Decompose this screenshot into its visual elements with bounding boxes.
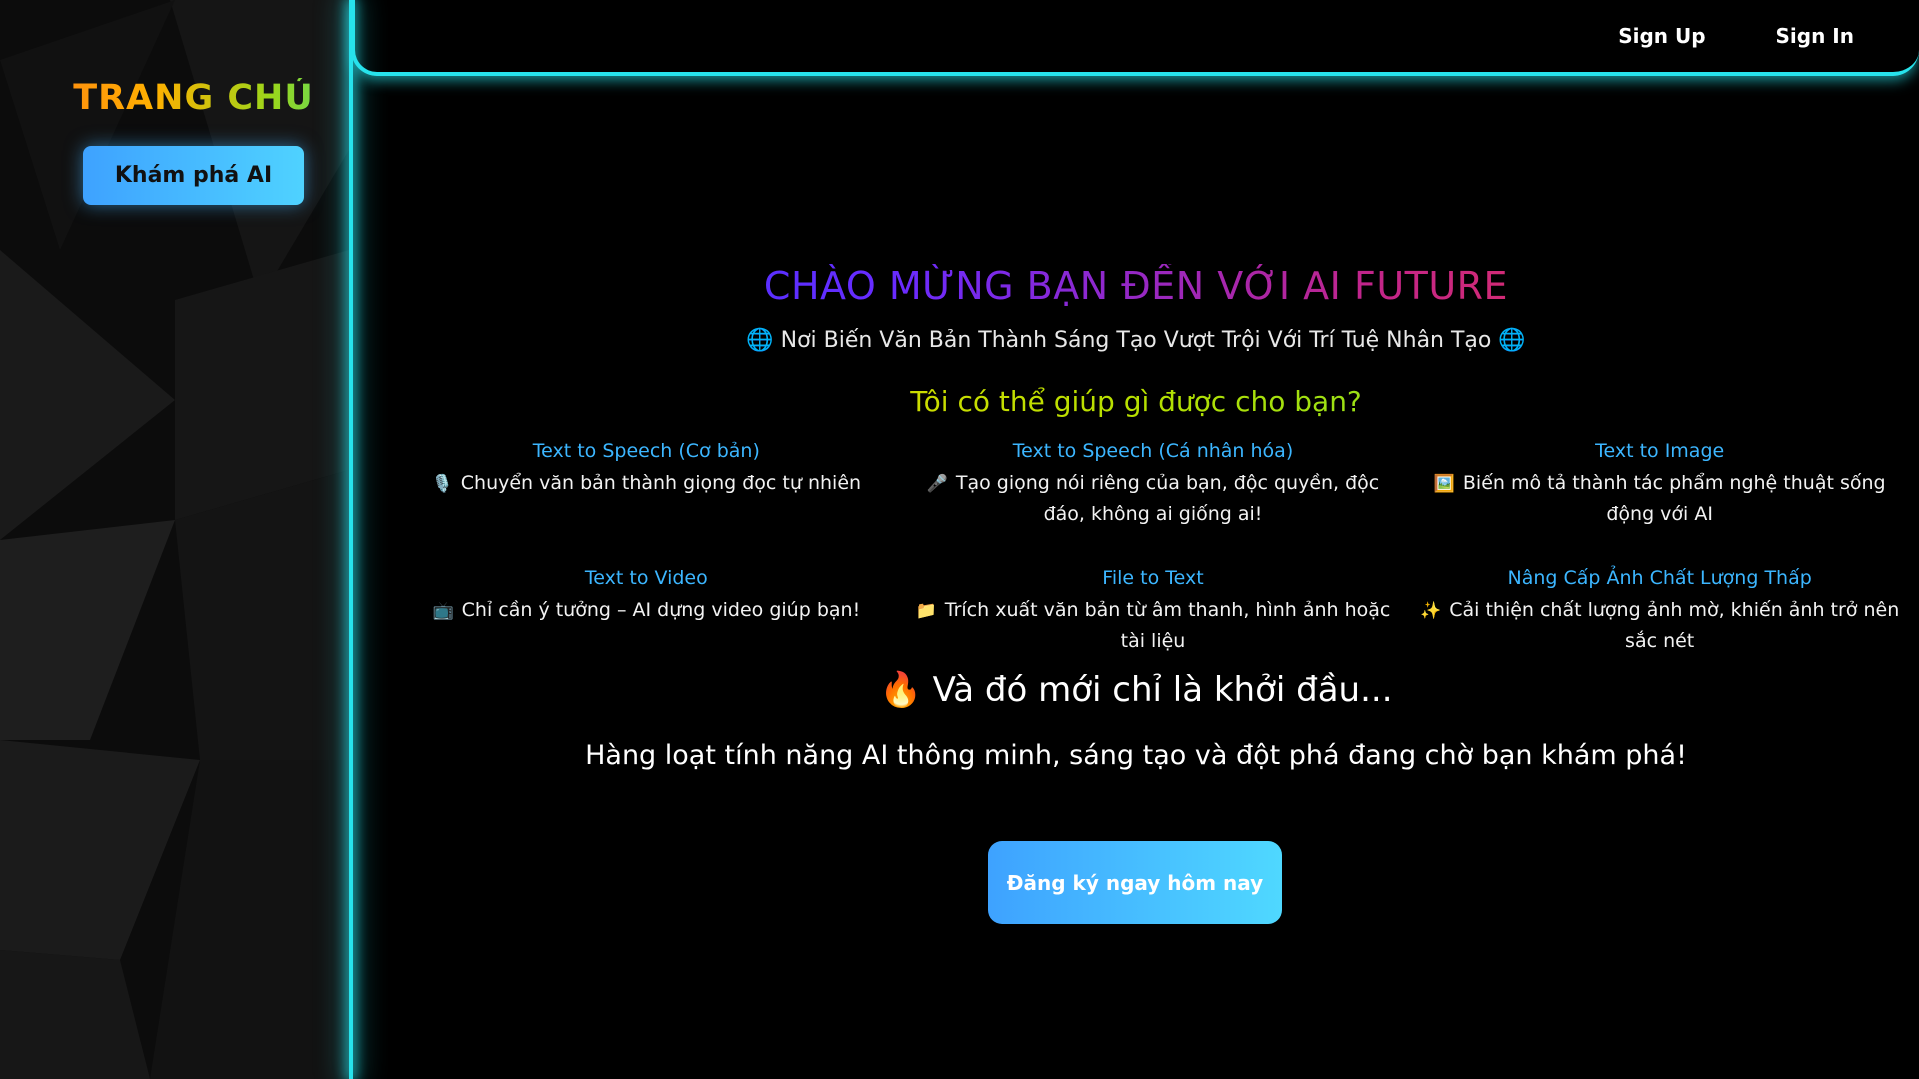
hero-subtitle: 🌐 Nơi Biến Văn Bản Thành Sáng Tạo Vượt T… [353, 328, 1919, 353]
sign-up-link[interactable]: Sign Up [1618, 24, 1705, 48]
feature-title[interactable]: Text to Speech (Cơ bản) [401, 440, 892, 462]
feature-description-text: Trích xuất văn bản từ âm thanh, hình ảnh… [944, 599, 1391, 652]
feature-title[interactable]: Nâng Cấp Ảnh Chất Lượng Thấp [1414, 567, 1905, 589]
feature-description-text: Chỉ cần ý tưởng – AI dựng video giúp bạn… [461, 599, 861, 621]
fire-icon: 🔥 [879, 670, 922, 710]
closing-headline-text: Và đó mới chỉ là khởi đầu... [932, 670, 1393, 710]
microphone-icon: 🎙️ [431, 474, 453, 494]
sign-in-link[interactable]: Sign In [1776, 24, 1854, 48]
globe-icon: 🌐 [746, 328, 774, 353]
feature-description: 🎤 Tạo giọng nói riêng của bạn, độc quyền,… [908, 468, 1399, 529]
hero-title: CHÀO MỪNG BẠN ĐẾN VỚI AI FUTURE [353, 264, 1919, 308]
feature-description: ✨ Cải thiện chất lượng ảnh mờ, khiến ảnh … [1414, 595, 1905, 656]
brand-title[interactable]: TRANG CHỦ [0, 78, 349, 118]
globe-icon: 🌐 [1498, 328, 1526, 353]
mic-icon: 🎤 [926, 474, 948, 494]
feature-card[interactable]: Text to Video 📺 Chỉ cần ý tưởng – AI dựng… [393, 567, 900, 656]
feature-title[interactable]: File to Text [908, 567, 1399, 589]
tv-icon: 📺 [432, 601, 454, 621]
hero-subtitle-text: Nơi Biến Văn Bản Thành Sáng Tạo Vượt Trộ… [780, 328, 1492, 353]
feature-card[interactable]: Nâng Cấp Ảnh Chất Lượng Thấp ✨ Cải thiện … [1406, 567, 1913, 656]
sidebar: TRANG CHỦ Khám phá AI [0, 0, 349, 1079]
closing-tagline: Hàng loạt tính năng AI thông minh, sáng … [585, 740, 1687, 771]
feature-description-text: Cải thiện chất lượng ảnh mờ, khiến ảnh t… [1449, 599, 1900, 652]
feature-description-text: Biến mô tả thành tác phẩm nghệ thuật sốn… [1462, 472, 1886, 525]
sparkles-icon: ✨ [1420, 601, 1442, 621]
feature-title[interactable]: Text to Speech (Cá nhân hóa) [908, 440, 1399, 462]
feature-description: 🖼️ Biến mô tả thành tác phẩm nghệ thuật s… [1414, 468, 1905, 529]
feature-title[interactable]: Text to Image [1414, 440, 1905, 462]
picture-icon: 🖼️ [1433, 474, 1455, 494]
feature-description: 📁 Trích xuất văn bản từ âm thanh, hình ản… [908, 595, 1399, 656]
feature-description-text: Chuyển văn bản thành giọng đọc tự nhiên [460, 472, 862, 494]
help-question: Tôi có thể giúp gì được cho bạn? [353, 385, 1919, 418]
feature-card[interactable]: Text to Image 🖼️ Biến mô tả thành tác phẩ… [1406, 440, 1913, 529]
feature-card[interactable]: File to Text 📁 Trích xuất văn bản từ âm t… [900, 567, 1407, 656]
feature-description: 📺 Chỉ cần ý tưởng – AI dựng video giúp bạ… [401, 595, 892, 626]
closing-headline: 🔥 Và đó mới chỉ là khởi đầu... [353, 670, 1919, 710]
feature-description-text: Tạo giọng nói riêng của bạn, độc quyền, … [955, 472, 1380, 525]
top-nav: Sign Up Sign In [1618, 24, 1854, 48]
explore-ai-button[interactable]: Khám phá AI [83, 146, 304, 205]
folder-icon: 📁 [915, 601, 937, 621]
feature-title[interactable]: Text to Video [401, 567, 892, 589]
feature-card[interactable]: Text to Speech (Cơ bản) 🎙️ Chuyển văn bản… [393, 440, 900, 529]
feature-description: 🎙️ Chuyển văn bản thành giọng đọc tự nhiê… [401, 468, 892, 499]
feature-card[interactable]: Text to Speech (Cá nhân hóa) 🎤 Tạo giọng … [900, 440, 1407, 529]
main-content: CHÀO MỪNG BẠN ĐẾN VỚI AI FUTURE 🌐 Nơi Bi… [353, 80, 1919, 1079]
feature-grid: Text to Speech (Cơ bản) 🎙️ Chuyển văn bản… [393, 440, 1913, 656]
register-now-button[interactable]: Đăng ký ngay hôm nay [988, 841, 1282, 924]
